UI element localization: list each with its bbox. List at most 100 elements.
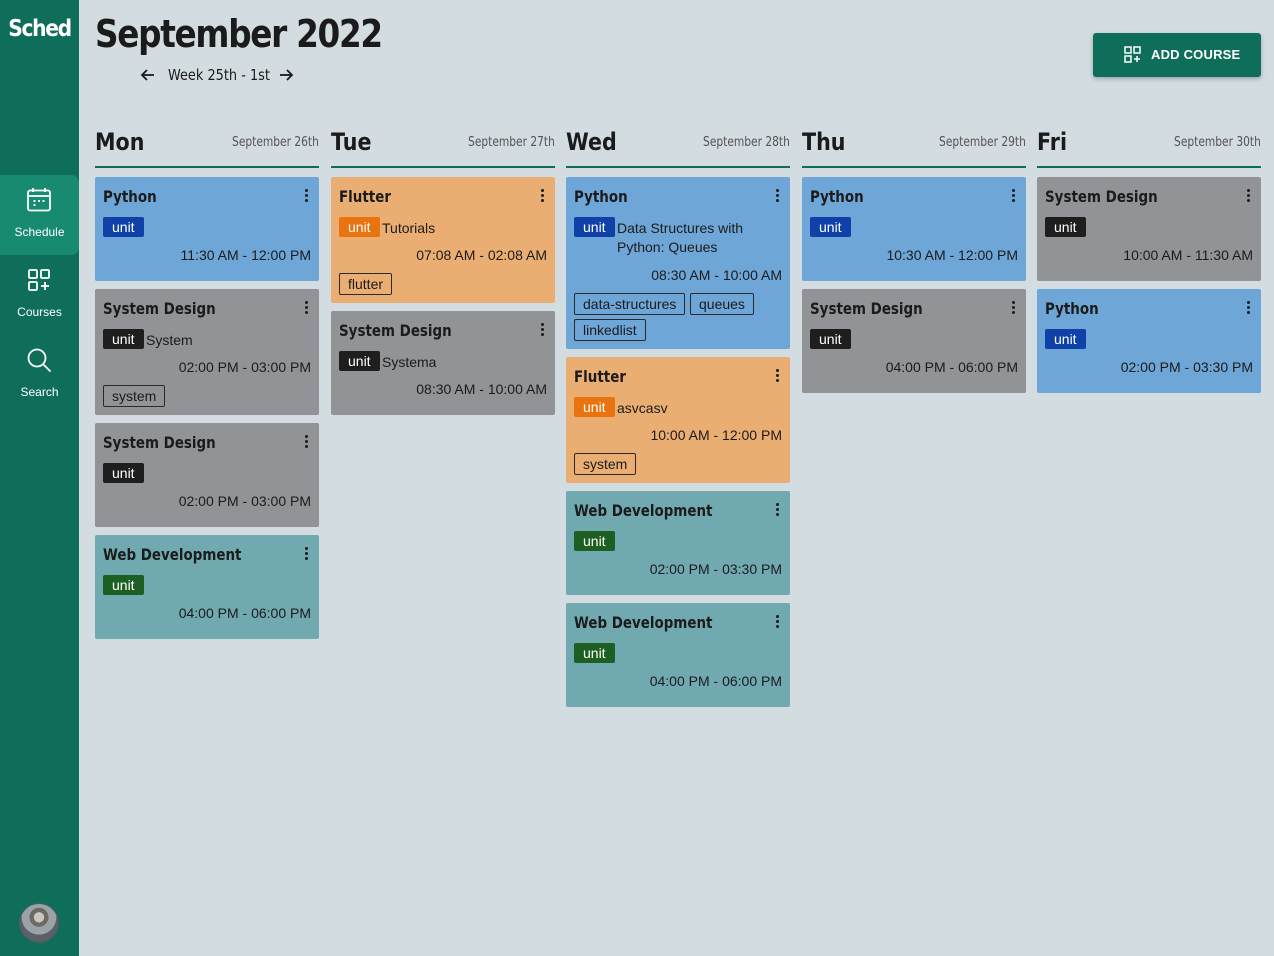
- grid-plus-icon: [1124, 46, 1141, 63]
- more-options-icon[interactable]: [304, 189, 310, 203]
- unit-badge: unit: [339, 351, 380, 371]
- avatar[interactable]: [19, 903, 59, 943]
- course-card[interactable]: Web Development unit 04:00 PM - 06:00 PM: [95, 535, 319, 639]
- course-time: 04:00 PM - 06:00 PM: [885, 359, 1018, 375]
- sidebar: Sched Schedule Courses Search: [0, 0, 79, 956]
- arrow-right-icon[interactable]: [276, 64, 296, 86]
- course-card[interactable]: Python unit 11:30 AM - 12:00 PM: [95, 177, 319, 281]
- page-title: September 2022: [95, 12, 383, 56]
- course-card[interactable]: System Design unit 02:00 PM - 03:00 PM: [95, 423, 319, 527]
- add-course-button[interactable]: ADD COURSE: [1093, 33, 1261, 77]
- day-date: September 30th: [1174, 135, 1261, 150]
- day-header: Tue September 27th: [331, 128, 555, 168]
- tag-chip[interactable]: queues: [690, 293, 754, 315]
- course-card[interactable]: Flutter unit Tutorials 07:08 AM - 02:08 …: [331, 177, 555, 303]
- course-card[interactable]: Python unit 02:00 PM - 03:30 PM: [1037, 289, 1261, 393]
- app-logo[interactable]: Sched: [5, 16, 75, 42]
- course-title: System Design: [103, 433, 216, 452]
- unit-badge: unit: [574, 217, 615, 237]
- course-time: 10:00 AM - 12:00 PM: [650, 427, 782, 443]
- course-time: 02:00 PM - 03:00 PM: [178, 359, 311, 375]
- unit-badge: unit: [574, 531, 615, 551]
- day-column-mon: Mon September 26th Python unit 11:30 AM …: [95, 128, 319, 639]
- day-date: September 26th: [232, 135, 319, 150]
- course-title: Web Development: [574, 613, 713, 632]
- course-title: System Design: [339, 321, 452, 340]
- sidebar-item-search[interactable]: Search: [0, 335, 79, 415]
- course-title: Flutter: [339, 187, 391, 206]
- more-options-icon[interactable]: [304, 435, 310, 449]
- course-card[interactable]: System Design unit 10:00 AM - 11:30 AM: [1037, 177, 1261, 281]
- more-options-icon[interactable]: [304, 547, 310, 561]
- unit-badge: unit: [103, 329, 144, 349]
- add-course-label: ADD COURSE: [1151, 47, 1241, 62]
- course-title: Flutter: [574, 367, 626, 386]
- course-title: System Design: [103, 299, 216, 318]
- tag-chip[interactable]: linkedlist: [574, 319, 646, 341]
- course-card[interactable]: System Design unit System 02:00 PM - 03:…: [95, 289, 319, 415]
- course-card[interactable]: System Design unit 04:00 PM - 06:00 PM: [802, 289, 1026, 393]
- sidebar-item-schedule[interactable]: Schedule: [0, 175, 79, 255]
- day-column-tue: Tue September 27th Flutter unit Tutorial…: [331, 128, 555, 415]
- day-name: Tue: [331, 128, 372, 156]
- course-title: Python: [810, 187, 864, 206]
- more-options-icon[interactable]: [1011, 189, 1017, 203]
- tag-chip[interactable]: system: [103, 385, 166, 407]
- more-options-icon[interactable]: [540, 323, 546, 337]
- course-title: System Design: [810, 299, 923, 318]
- grid-plus-icon: [28, 269, 50, 291]
- day-column-fri: Fri September 30th System Design unit 10…: [1037, 128, 1261, 393]
- unit-badge: unit: [339, 217, 380, 237]
- tag-chip[interactable]: system: [574, 453, 637, 475]
- course-title: System Design: [1045, 187, 1158, 206]
- course-card[interactable]: Web Development unit 02:00 PM - 03:30 PM: [566, 491, 790, 595]
- day-header: Thu September 29th: [802, 128, 1026, 168]
- more-options-icon[interactable]: [1011, 301, 1017, 315]
- day-header: Fri September 30th: [1037, 128, 1261, 168]
- more-options-icon[interactable]: [1246, 189, 1252, 203]
- course-time: 08:30 AM - 10:00 AM: [651, 267, 782, 283]
- day-column-wed: Wed September 28th Python unit Data Stru…: [566, 128, 790, 707]
- tag-chip[interactable]: flutter: [339, 273, 393, 295]
- more-options-icon[interactable]: [775, 615, 781, 629]
- unit-badge: unit: [810, 217, 851, 237]
- day-header: Mon September 26th: [95, 128, 319, 168]
- course-time: 10:30 AM - 12:00 PM: [886, 247, 1018, 263]
- more-options-icon[interactable]: [775, 503, 781, 517]
- course-title: Web Development: [103, 545, 242, 564]
- sidebar-item-courses[interactable]: Courses: [0, 255, 79, 335]
- tag-chip[interactable]: data-structures: [574, 293, 686, 315]
- more-options-icon[interactable]: [304, 301, 310, 315]
- course-description: Tutorials: [382, 220, 436, 236]
- day-date: September 27th: [468, 135, 555, 150]
- unit-badge: unit: [103, 463, 144, 483]
- arrow-left-icon[interactable]: [138, 64, 158, 86]
- course-card[interactable]: Flutter unit asvcasv 10:00 AM - 12:00 PM…: [566, 357, 790, 483]
- more-options-icon[interactable]: [775, 189, 781, 203]
- day-name: Thu: [802, 128, 846, 156]
- day-date: September 28th: [703, 135, 790, 150]
- unit-badge: unit: [1045, 217, 1086, 237]
- unit-badge: unit: [574, 397, 615, 417]
- day-name: Mon: [95, 128, 145, 156]
- course-description: asvcasv: [617, 400, 668, 416]
- course-description-line-2: Python: Queues: [617, 239, 718, 255]
- course-card[interactable]: System Design unit Systema 08:30 AM - 10…: [331, 311, 555, 415]
- sidebar-item-label: Search: [20, 385, 59, 399]
- course-card[interactable]: Python unit 10:30 AM - 12:00 PM: [802, 177, 1026, 281]
- course-card[interactable]: Python unit Data Structures with Python:…: [566, 177, 790, 349]
- more-options-icon[interactable]: [1246, 301, 1252, 315]
- course-description-line-1: Data Structures with: [617, 220, 744, 236]
- course-description: Systema: [382, 354, 437, 370]
- day-name: Wed: [566, 128, 617, 156]
- unit-badge: unit: [810, 329, 851, 349]
- more-options-icon[interactable]: [775, 369, 781, 383]
- more-options-icon[interactable]: [540, 189, 546, 203]
- course-time: 08:30 AM - 10:00 AM: [416, 381, 547, 397]
- course-title: Web Development: [574, 501, 713, 520]
- course-time: 10:00 AM - 11:30 AM: [1123, 247, 1253, 263]
- course-time: 02:00 PM - 03:00 PM: [178, 493, 311, 509]
- week-label: Week 25th - 1st: [168, 66, 270, 84]
- course-card[interactable]: Web Development unit 04:00 PM - 06:00 PM: [566, 603, 790, 707]
- unit-badge: unit: [103, 575, 144, 595]
